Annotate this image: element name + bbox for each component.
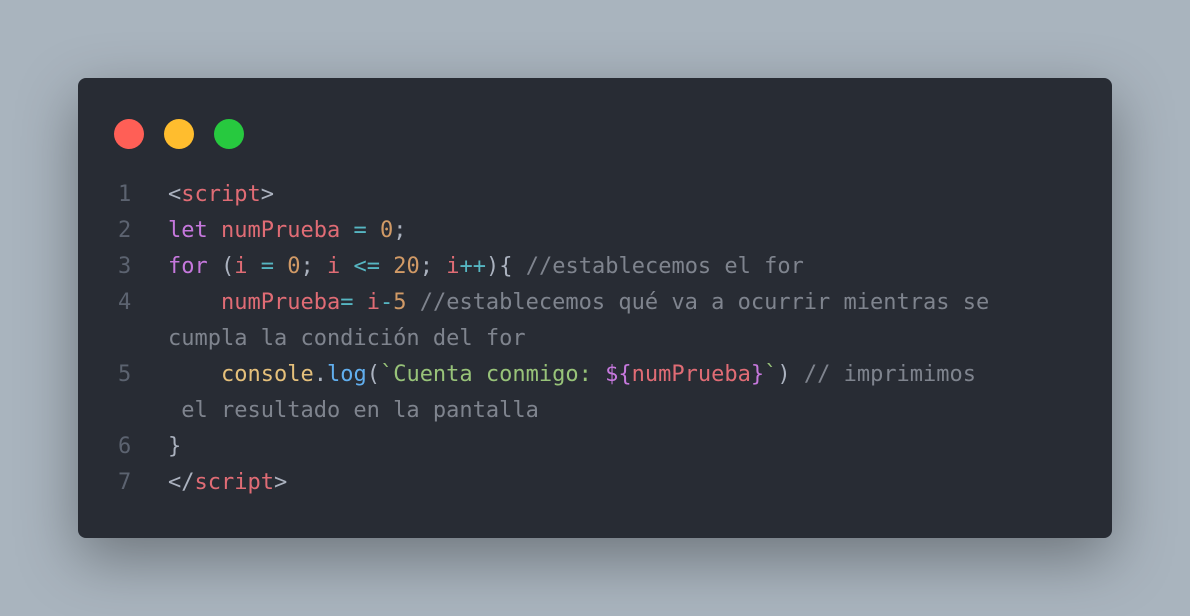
code-token: ${: [605, 362, 632, 387]
code-token: </: [168, 470, 195, 495]
code-token: console: [220, 362, 314, 387]
code-token: i: [366, 290, 380, 315]
code-token: 20: [393, 254, 420, 279]
code-token: //establecemos el for: [525, 254, 804, 279]
code-line-content: </script>: [168, 465, 1112, 501]
code-block: 1 <script> 2 let numPrueba = 0; 3 for (i = 0;…: [78, 177, 1112, 501]
code-token: let: [168, 218, 208, 243]
close-button[interactable]: [114, 119, 144, 149]
code-token: }: [750, 362, 765, 387]
line-number: 7: [118, 470, 132, 495]
code-token: >: [260, 182, 274, 207]
code-token: ;: [393, 218, 407, 243]
line-number: 4: [118, 290, 132, 315]
code-token: i: [327, 254, 341, 279]
code-token: }: [168, 434, 182, 459]
code-line: 5 console.log(`Cuenta conmigo: ${numPrue…: [78, 357, 1112, 393]
line-number: 5: [118, 362, 132, 387]
code-token: i: [446, 254, 460, 279]
code-token: el resultado en la pantalla: [168, 398, 539, 423]
line-number: 1: [118, 182, 132, 207]
code-token: <=: [353, 254, 381, 279]
code-token: =: [260, 254, 274, 279]
code-token: ++: [459, 254, 487, 279]
code-token: ){: [486, 254, 526, 279]
code-token: <: [168, 182, 182, 207]
code-line-content: numPrueba= i-5 //establecemos qué va a o…: [168, 285, 1112, 321]
code-line: cumpla la condición del for: [78, 321, 1112, 357]
line-number: 3: [118, 254, 132, 279]
line-number: [78, 321, 168, 357]
code-line-content: cumpla la condición del for: [168, 321, 1112, 357]
code-line-content: for (i = 0; i <= 20; i++){ //establecemo…: [168, 249, 1112, 285]
code-window: 1 <script> 2 let numPrueba = 0; 3 for (i = 0;…: [78, 78, 1112, 538]
code-token: ): [777, 362, 804, 387]
code-token: numPrueba: [631, 362, 751, 387]
code-token: ;: [300, 254, 327, 279]
maximize-button[interactable]: [214, 119, 244, 149]
code-token: 0: [379, 218, 394, 243]
code-line: 2 let numPrueba = 0;: [78, 213, 1112, 249]
code-token: // imprimimos: [803, 362, 977, 387]
code-token: 0: [287, 254, 301, 279]
code-token: //establecemos qué va a ocurrir mientras…: [419, 290, 990, 315]
code-token: log: [326, 362, 367, 387]
code-line: 6}: [78, 429, 1112, 465]
code-token: for: [168, 254, 208, 279]
window-controls: [114, 119, 244, 149]
code-token: >: [273, 470, 288, 495]
line-number: 6: [118, 434, 132, 459]
code-token: =: [353, 218, 367, 243]
minimize-button[interactable]: [164, 119, 194, 149]
code-line-content: }: [168, 429, 1112, 465]
code-token: `Cuenta conmigo:: [379, 362, 606, 387]
code-token: .: [313, 362, 327, 387]
code-token: script: [181, 182, 261, 207]
code-line: el resultado en la pantalla: [78, 393, 1112, 429]
code-token: `: [764, 362, 778, 387]
code-token: (: [366, 362, 380, 387]
code-line: 7 </script>: [78, 465, 1112, 501]
code-token: script: [194, 470, 274, 495]
code-token: i: [234, 254, 248, 279]
code-token: numPrueba: [220, 290, 341, 315]
code-token: numPrueba: [221, 218, 341, 243]
code-line-content: console.log(`Cuenta conmigo: ${numPrueba…: [168, 357, 1112, 393]
code-token: (: [207, 254, 235, 279]
code-token: =: [340, 290, 354, 315]
code-line-content: el resultado en la pantalla: [168, 393, 1112, 429]
code-token: ;: [419, 254, 447, 279]
code-token: -: [379, 290, 394, 315]
code-token: cumpla la condición del for: [168, 326, 526, 351]
code-line: 1 <script>: [78, 177, 1112, 213]
line-number: [78, 393, 168, 429]
code-line-content: let numPrueba = 0;: [168, 213, 1112, 249]
code-line-content: <script>: [168, 177, 1112, 213]
code-line: 3 for (i = 0; i <= 20; i++){ //establecem…: [78, 249, 1112, 285]
code-line: 4 numPrueba= i-5 //establecemos qué va a…: [78, 285, 1112, 321]
line-number: 2: [118, 218, 132, 243]
code-token: 5: [393, 290, 407, 315]
